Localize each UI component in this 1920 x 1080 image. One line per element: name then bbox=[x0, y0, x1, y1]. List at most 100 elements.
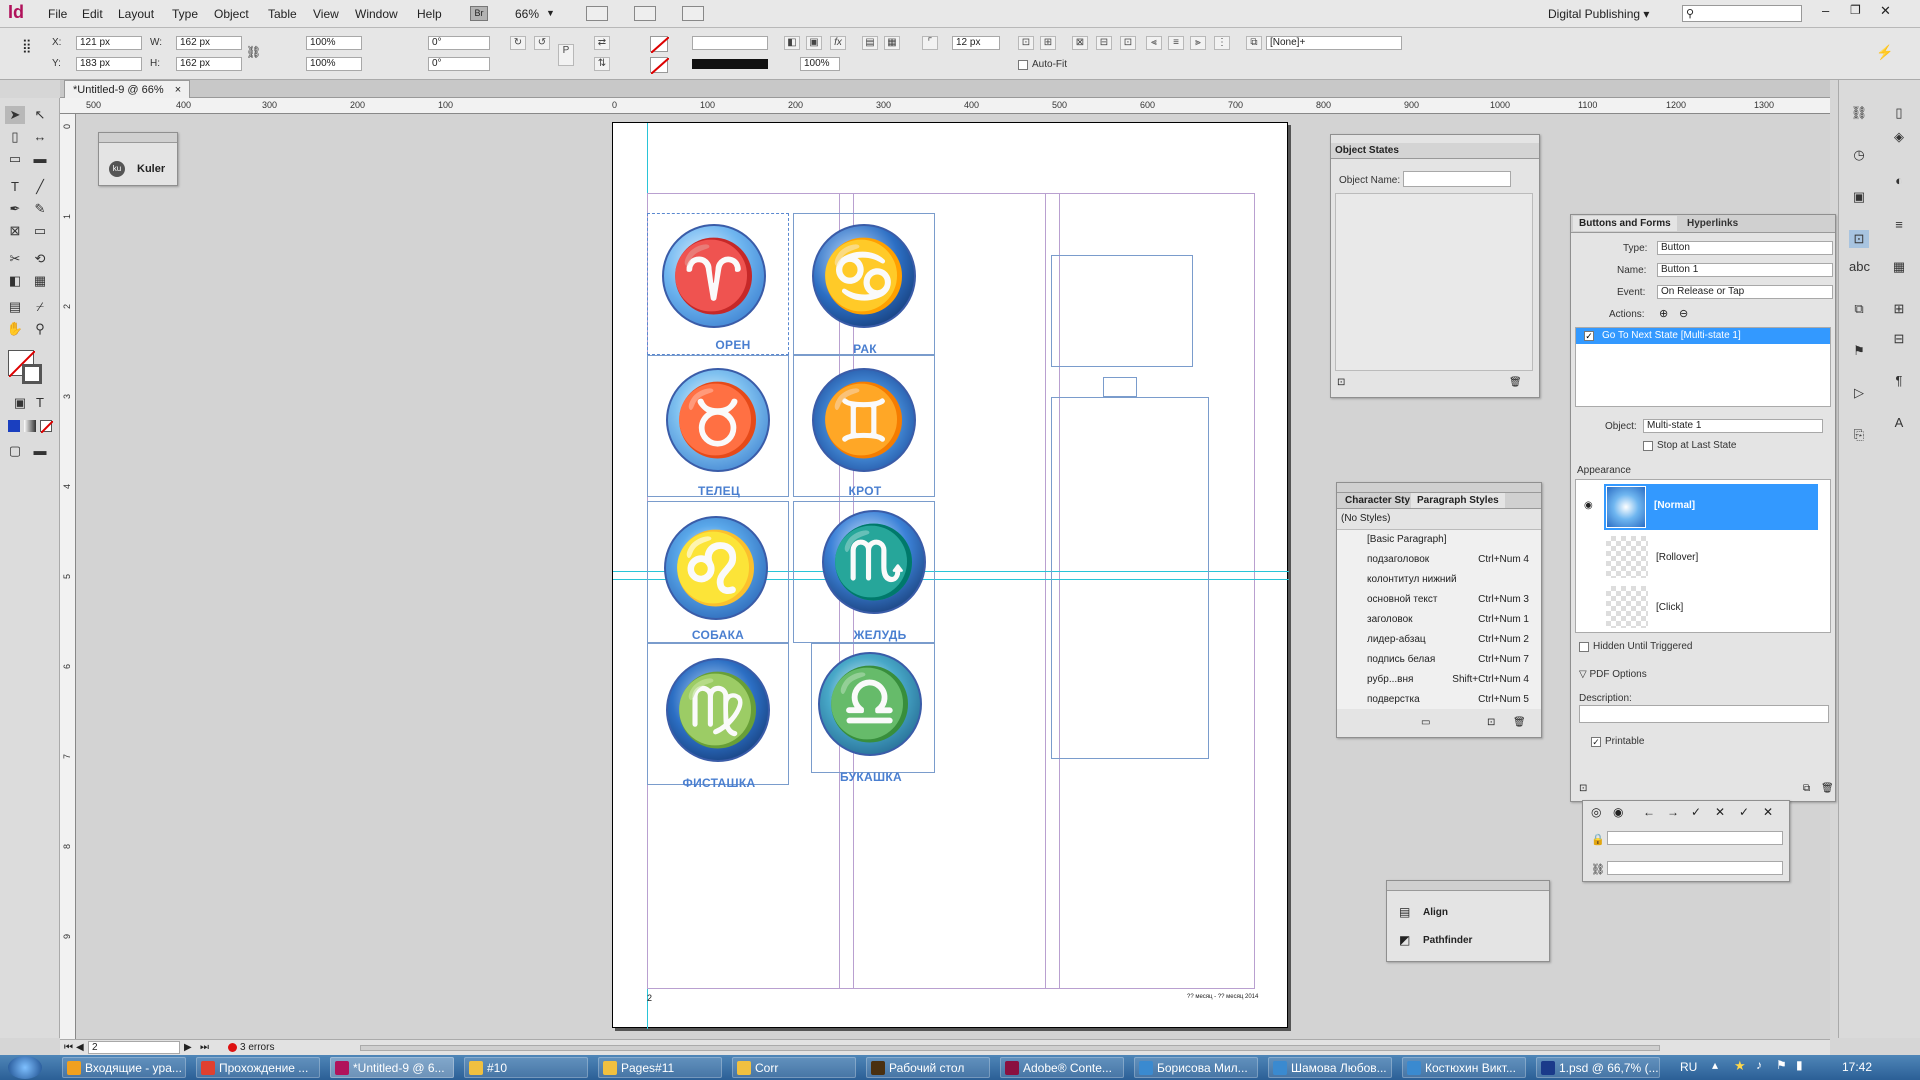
style-item[interactable]: подпись белая Ctrl+Num 7 bbox=[1337, 650, 1541, 670]
page-transitions-icon[interactable]: ⎘ bbox=[1849, 426, 1869, 444]
add-action-icon[interactable]: ⊕ bbox=[1659, 307, 1668, 320]
table-icon[interactable]: ⊞ bbox=[1889, 300, 1909, 318]
taskbar-item[interactable]: #10 bbox=[464, 1057, 588, 1078]
states-list[interactable] bbox=[1335, 193, 1533, 371]
cross-icon[interactable]: ✕ bbox=[1715, 805, 1725, 819]
scale-y-field[interactable]: 100% bbox=[306, 57, 362, 71]
next-page-icon[interactable]: ▶ bbox=[184, 1042, 192, 1053]
cross-all-icon[interactable]: ✕ bbox=[1763, 805, 1773, 819]
tab-hyperlinks[interactable]: Hyperlinks bbox=[1681, 216, 1744, 231]
object-name-field[interactable] bbox=[1403, 171, 1511, 187]
text-wrap-around-icon[interactable]: ▦ bbox=[884, 36, 900, 50]
tab-paragraph-styles[interactable]: Paragraph Styles bbox=[1411, 493, 1505, 508]
content-placer-icon[interactable]: ▬ bbox=[30, 150, 50, 168]
event-select[interactable]: On Release or Tap bbox=[1657, 285, 1833, 299]
workspace-switcher[interactable]: Digital Publishing ▾ bbox=[1548, 7, 1649, 21]
first-page-icon[interactable]: ⏮ bbox=[64, 1042, 73, 1053]
apply-gradient-icon[interactable] bbox=[24, 420, 36, 432]
stroke-weight-field[interactable] bbox=[692, 36, 768, 50]
eye-icon[interactable]: ◉ bbox=[1584, 500, 1593, 511]
timing-icon[interactable]: ◷ bbox=[1849, 146, 1869, 164]
object-states-title[interactable]: Object States bbox=[1331, 143, 1539, 159]
document-page[interactable]: ♈ ОРЕН ♋ РАК ♉ ТЕЛЕЦ ♊ КРОТ ♌ СОБАКА ♏ Ж… bbox=[612, 122, 1289, 1029]
actions-list[interactable]: ✓ Go To Next State [Multi-state 1] bbox=[1575, 327, 1831, 407]
eyedropper-tool-icon[interactable]: ⌿ bbox=[30, 298, 50, 316]
document-tab[interactable]: *Untitled-9 @ 66% × bbox=[64, 80, 191, 98]
fill-frame-icon[interactable]: ⊠ bbox=[1072, 36, 1088, 50]
pages-icon[interactable]: ▯ bbox=[1889, 104, 1909, 122]
align-center-icon[interactable]: ≡ bbox=[1168, 36, 1184, 50]
style-item[interactable]: рубр...вня Shift+Ctrl+Num 4 bbox=[1337, 670, 1541, 690]
type-tool-icon[interactable]: T bbox=[5, 178, 25, 196]
constrain-proportions-icon[interactable]: ⛓ bbox=[246, 45, 261, 59]
preview-icon[interactable]: ⊡ bbox=[1579, 783, 1587, 794]
zodiac-button-4[interactable]: ♊ КРОТ bbox=[793, 355, 935, 498]
field-input[interactable] bbox=[1607, 831, 1783, 845]
kuler-label[interactable]: Kuler bbox=[137, 163, 165, 175]
formatting-text-icon[interactable]: T bbox=[30, 394, 50, 412]
loop-icon[interactable]: ◎ bbox=[1591, 805, 1601, 819]
distribute-icon[interactable]: ⋮ bbox=[1214, 36, 1230, 50]
state-rollover[interactable]: [Rollover] bbox=[1656, 552, 1698, 563]
start-button[interactable] bbox=[8, 1056, 42, 1079]
line-tool-icon[interactable]: ╱ bbox=[30, 178, 50, 196]
arrow-left-icon[interactable]: ← bbox=[1643, 805, 1655, 819]
panel-grip[interactable] bbox=[1387, 881, 1549, 891]
zodiac-button-6[interactable]: ♏ ЖЕЛУДЬ bbox=[793, 501, 935, 643]
color-icon[interactable]: ◐ bbox=[1889, 172, 1909, 190]
zoom-level[interactable]: 66% bbox=[515, 7, 539, 21]
scale-x-field[interactable]: 100% bbox=[306, 36, 362, 50]
opacity-field[interactable]: 100% bbox=[800, 57, 840, 71]
state-click[interactable]: [Click] bbox=[1656, 602, 1683, 613]
width-field[interactable]: 162 px bbox=[176, 36, 242, 50]
paragraph-styles-icon[interactable]: ¶ bbox=[1889, 372, 1909, 390]
state-normal[interactable]: [Normal] bbox=[1604, 484, 1818, 530]
style-item[interactable]: подверстка Ctrl+Num 5 bbox=[1337, 690, 1541, 710]
align-right-icon[interactable]: ⫸ bbox=[1190, 36, 1206, 50]
volume-icon[interactable]: ♪ bbox=[1756, 1058, 1762, 1072]
menu-edit[interactable]: Edit bbox=[82, 7, 103, 21]
zoom-tool-icon[interactable]: ⚲ bbox=[30, 320, 50, 338]
autofit-checkbox[interactable] bbox=[1018, 60, 1028, 70]
pathfinder-panel-button[interactable]: Pathfinder bbox=[1423, 935, 1472, 946]
center-content-icon[interactable]: ⊟ bbox=[1096, 36, 1112, 50]
align-panel-button[interactable]: Align bbox=[1423, 907, 1448, 918]
menu-layout[interactable]: Layout bbox=[118, 7, 154, 21]
pen-tool-icon[interactable]: ✒ bbox=[5, 200, 25, 218]
stroke-type-preview[interactable] bbox=[692, 59, 768, 69]
network-icon[interactable]: ▮ bbox=[1796, 1058, 1803, 1072]
hand-tool-icon[interactable]: ✋ bbox=[5, 320, 25, 338]
zodiac-button-3[interactable]: ♉ ТЕЛЕЦ bbox=[647, 355, 789, 498]
taskbar-item[interactable]: Рабочий стол bbox=[866, 1057, 990, 1078]
menu-object[interactable]: Object bbox=[214, 7, 249, 21]
character-styles-icon[interactable]: A bbox=[1889, 414, 1909, 432]
language-indicator[interactable]: RU bbox=[1680, 1060, 1697, 1074]
hidden-until-triggered-checkbox[interactable] bbox=[1579, 642, 1589, 652]
swatches-icon[interactable]: ▦ bbox=[1889, 258, 1909, 276]
stroke-swatch[interactable] bbox=[22, 364, 42, 384]
appearance-states[interactable]: [Normal] ◉ [Rollover] [Click] bbox=[1575, 479, 1831, 633]
fit-content-icon[interactable]: ⊞ bbox=[1040, 36, 1056, 50]
content-collector-icon[interactable]: ▭ bbox=[5, 150, 25, 168]
fx-icon[interactable]: fx bbox=[830, 36, 846, 50]
bridge-button[interactable]: Br bbox=[470, 6, 488, 21]
remove-action-icon[interactable]: ⊖ bbox=[1679, 307, 1688, 320]
apply-color-icon[interactable] bbox=[8, 420, 20, 432]
menu-file[interactable]: File bbox=[48, 7, 67, 21]
object-select[interactable]: Multi-state 1 bbox=[1643, 419, 1823, 433]
taskbar-item[interactable]: Входящие - ypa... bbox=[62, 1057, 186, 1078]
delete-icon[interactable]: 🗑 bbox=[1509, 377, 1522, 388]
preview-icon[interactable]: ▷ bbox=[1849, 384, 1869, 402]
states-icon[interactable]: ⊡ bbox=[1337, 377, 1345, 388]
rectangle-frame-tool-icon[interactable]: ⊠ bbox=[5, 222, 25, 240]
flag-icon[interactable]: ⚑ bbox=[1776, 1058, 1787, 1072]
delete-icon[interactable]: 🗑 bbox=[1821, 783, 1834, 794]
clock[interactable]: 17:42 bbox=[1842, 1060, 1872, 1074]
fit-frame-icon[interactable]: ⊡ bbox=[1018, 36, 1034, 50]
search-input[interactable]: ⚲ bbox=[1682, 5, 1802, 22]
style-item[interactable]: [Basic Paragraph] bbox=[1337, 530, 1541, 550]
menu-help[interactable]: Help bbox=[417, 7, 442, 21]
y-field[interactable]: 183 px bbox=[76, 57, 142, 71]
buttons-forms-icon[interactable]: ⊡ bbox=[1849, 230, 1869, 248]
eye-icon[interactable]: ◉ bbox=[1613, 805, 1623, 819]
